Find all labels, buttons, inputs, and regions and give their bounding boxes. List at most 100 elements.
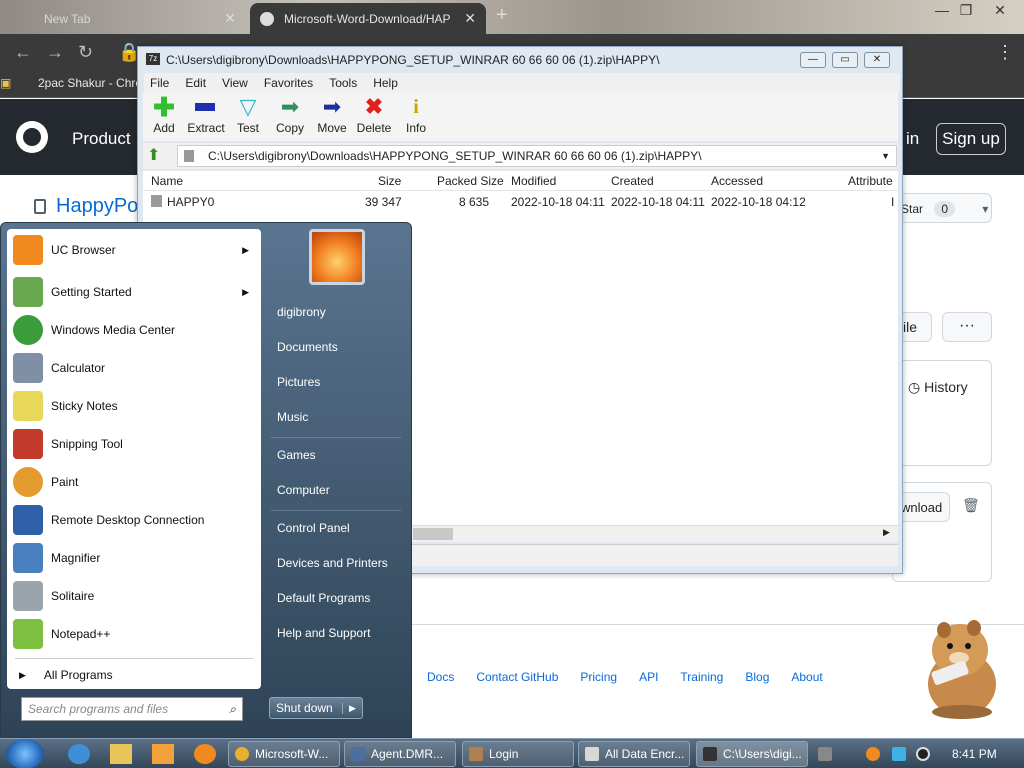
taskbar-button-login[interactable]: Login [462,741,574,767]
close-window-icon[interactable]: ✕ [986,2,1014,20]
program-solitaire[interactable]: Solitaire [7,577,261,615]
info-button[interactable]: i Info [395,93,437,141]
taskbar-button-7zip[interactable]: C:\Users\digi... [696,741,808,767]
column-accessed[interactable]: Accessed [711,174,763,188]
nav-product[interactable]: Product [72,129,131,149]
column-modified[interactable]: Modified [511,174,556,188]
user-picture[interactable] [309,229,365,285]
footer-link-blog[interactable]: Blog [745,670,769,684]
tray-network-icon[interactable] [892,747,906,761]
new-tab-button[interactable]: + [496,4,508,27]
more-options-button[interactable]: ··· [942,312,992,342]
star-button[interactable]: Star 0 ▾ [892,193,992,223]
footer-link-docs[interactable]: Docs [427,670,454,684]
program-calculator[interactable]: Calculator [7,349,261,387]
footer-link-training[interactable]: Training [680,670,723,684]
link-games[interactable]: Games [277,448,316,462]
copy-button[interactable]: ➡ Copy [269,93,311,141]
clock[interactable]: 8:41 PM [952,747,997,761]
internet-explorer-icon[interactable] [68,744,90,764]
sign-up-button[interactable]: Sign up [936,123,1006,155]
menu-tools[interactable]: Tools [329,76,357,90]
bookmark-item[interactable]: 2pac Shakur - Chro [38,76,142,90]
github-logo-icon[interactable] [16,121,48,153]
scroll-right-icon[interactable]: ▶ [883,527,890,538]
test-button[interactable]: ▽ Test [227,93,269,141]
link-default-programs[interactable]: Default Programs [277,591,370,605]
forward-icon[interactable]: → [46,42,64,63]
reload-icon[interactable]: ↻ [78,42,93,63]
trash-icon[interactable]: 🗑 [962,497,980,514]
menu-file[interactable]: File [150,76,169,90]
program-paint[interactable]: Paint [7,463,261,501]
link-control-panel[interactable]: Control Panel [277,521,350,535]
menu-dots-icon[interactable]: ⋮ [996,42,1014,63]
tray-app-icon[interactable] [818,747,832,761]
search-icon[interactable]: ⌕ [229,702,236,716]
link-devices-printers[interactable]: Devices and Printers [277,556,388,570]
folder-up-icon[interactable]: ⬆ [147,145,171,167]
column-created[interactable]: Created [611,174,654,188]
column-size[interactable]: Size [378,174,401,188]
taskbar-button-agent[interactable]: Agent.DMR... [344,741,456,767]
delete-button[interactable]: ✖ Delete [353,93,395,141]
maximize-icon[interactable]: ▭ [832,52,858,68]
move-button[interactable]: ➡ Move [311,93,353,141]
history-link[interactable]: ◷ History [908,379,968,396]
link-user[interactable]: digibrony [277,305,326,319]
all-programs-button[interactable]: ▶ All Programs [19,661,259,689]
close-icon[interactable]: ✕ [464,10,476,27]
tray-search-icon[interactable] [866,747,880,761]
link-documents[interactable]: Documents [277,340,338,354]
repo-name-link[interactable]: HappyPo [56,195,138,218]
link-help-support[interactable]: Help and Support [277,626,370,640]
table-row[interactable]: HAPPY0 39 347 8 635 2022-10-18 04:11 202… [143,193,898,211]
column-attribute[interactable]: Attribute [848,174,893,188]
program-notepad-plus-plus[interactable]: Notepad++ [7,615,261,653]
footer-link-about[interactable]: About [791,670,822,684]
chevron-down-icon[interactable]: ▾ [982,202,988,216]
extract-button[interactable]: Extract [185,93,227,141]
media-player-icon[interactable] [152,744,174,764]
program-getting-started[interactable]: Getting Started ▶ [7,273,261,311]
program-windows-media-center[interactable]: Windows Media Center [7,311,261,349]
back-icon[interactable]: ← [14,42,32,63]
link-computer[interactable]: Computer [277,483,330,497]
menu-help[interactable]: Help [373,76,398,90]
program-remote-desktop[interactable]: Remote Desktop Connection [7,501,261,539]
menu-view[interactable]: View [222,76,248,90]
download-button[interactable]: wnload [898,492,950,522]
sign-in-link[interactable]: in [906,129,919,149]
link-pictures[interactable]: Pictures [277,375,320,389]
footer-link-contact[interactable]: Contact GitHub [476,670,558,684]
footer-link-pricing[interactable]: Pricing [580,670,617,684]
arrow-right-icon[interactable]: ▶ [342,702,362,714]
search-input[interactable]: Search programs and files ⌕ [21,697,243,721]
chevron-down-icon[interactable]: ▼ [881,151,890,163]
shut-down-button[interactable]: Shut down ▶ [269,697,363,719]
hamster-desktop-pet[interactable] [910,614,1006,720]
taskbar-button-all-data[interactable]: All Data Encr... [578,741,690,767]
column-name[interactable]: Name [151,174,183,188]
program-uc-browser[interactable]: UC Browser ▶ [7,231,261,269]
menu-favorites[interactable]: Favorites [264,76,313,90]
close-icon[interactable]: ✕ [864,52,890,68]
menu-edit[interactable]: Edit [185,76,206,90]
uc-browser-icon[interactable] [194,744,216,764]
close-icon[interactable]: ✕ [224,10,236,27]
minimize-icon[interactable]: — [800,52,826,68]
address-field[interactable]: C:\Users\digibrony\Downloads\HAPPYPONG_S… [177,145,897,167]
explorer-icon[interactable] [110,744,132,764]
scroll-thumb[interactable] [413,528,453,540]
tray-volume-icon[interactable] [916,747,930,761]
column-packed-size[interactable]: Packed Size [437,174,504,188]
start-button[interactable] [6,739,44,768]
tab-active[interactable]: Microsoft-Word-Download/HAP ✕ [250,3,486,34]
tab-new-tab[interactable]: New Tab ✕ [10,3,246,34]
taskbar-button-chrome[interactable]: Microsoft-W... [228,741,340,767]
restore-icon[interactable]: ❐ [952,2,980,20]
footer-link-api[interactable]: API [639,670,658,684]
program-sticky-notes[interactable]: Sticky Notes [7,387,261,425]
program-snipping-tool[interactable]: Snipping Tool [7,425,261,463]
program-magnifier[interactable]: Magnifier [7,539,261,577]
